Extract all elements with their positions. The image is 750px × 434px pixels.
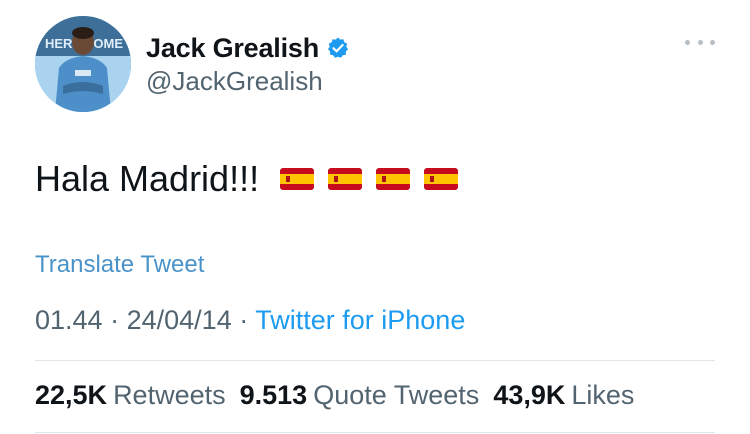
meta-separator: ·: [110, 305, 120, 335]
retweets-count: 22,5K: [35, 380, 108, 410]
spain-flag-icon: [328, 168, 363, 190]
divider: [35, 360, 715, 361]
meta-separator: ·: [239, 305, 249, 335]
tweet-meta: 01.44 · 24/04/14 · Twitter for iPhone: [35, 305, 465, 336]
verified-badge-icon: [326, 36, 350, 60]
likes-stat[interactable]: 43,9K Likes: [493, 380, 634, 411]
tweet-text: Hala Madrid!!!: [35, 158, 459, 200]
divider: [35, 432, 715, 433]
translate-tweet-link[interactable]: Translate Tweet: [35, 251, 204, 279]
user-handle[interactable]: @JackGrealish: [146, 66, 323, 97]
spain-flag-icon: [280, 168, 315, 190]
likes-label: Likes: [571, 380, 635, 410]
more-dot: [697, 39, 703, 45]
tweet-body: Hala Madrid!!!: [35, 158, 260, 199]
tweet-date[interactable]: 24/04/14: [127, 305, 232, 335]
retweets-stat[interactable]: 22,5K Retweets: [35, 380, 226, 411]
quote-tweets-count: 9.513: [239, 380, 308, 410]
emoji-group: [279, 166, 459, 192]
more-dot: [685, 39, 690, 45]
likes-count: 43,9K: [493, 380, 566, 410]
avatar[interactable]: HERE SOME: [35, 16, 131, 112]
display-name[interactable]: Jack Grealish: [146, 33, 319, 64]
name-row: Jack Grealish: [146, 30, 350, 66]
spain-flag-icon: [376, 168, 411, 190]
more-dot: [710, 39, 715, 45]
quote-tweets-label: Quote Tweets: [313, 380, 480, 410]
tweet-time[interactable]: 01.44: [35, 305, 103, 335]
spain-flag-icon: [424, 168, 459, 190]
retweets-label: Retweets: [113, 380, 226, 410]
quote-tweets-stat[interactable]: 9.513 Quote Tweets: [240, 380, 480, 411]
tweet-source-link[interactable]: Twitter for iPhone: [255, 305, 465, 335]
tweet-stats: 22,5K Retweets 9.513 Quote Tweets 43,9K Lik…: [35, 380, 634, 411]
more-options-icon[interactable]: [685, 32, 715, 52]
